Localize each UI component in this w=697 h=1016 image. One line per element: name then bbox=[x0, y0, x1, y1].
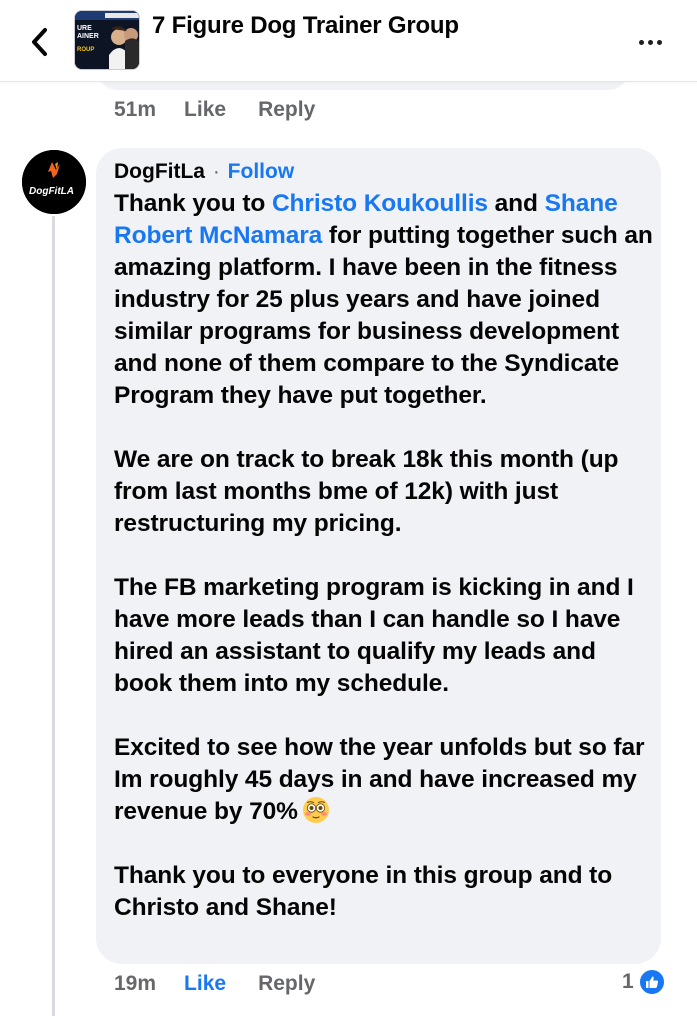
comment-thread-screen: URE AINER ROUP 7 Figure Dog Trainer Grou… bbox=[0, 0, 697, 1016]
thumbnail-text-2: AINER bbox=[77, 33, 99, 40]
text-segment: Thank you to bbox=[114, 190, 272, 217]
page-title[interactable]: 7 Figure Dog Trainer Group bbox=[152, 12, 459, 40]
more-options-button[interactable] bbox=[630, 30, 670, 54]
back-button[interactable] bbox=[22, 22, 58, 62]
text-segment: Excited to see how the year unfolds but … bbox=[114, 734, 645, 825]
more-dot bbox=[647, 39, 653, 45]
separator-dot: · bbox=[212, 160, 220, 183]
comment-body: Thank you to Christo Koukoullis and Shan… bbox=[114, 188, 654, 924]
reply-button[interactable]: Reply bbox=[258, 98, 315, 122]
comment-actions: 19m Like Reply bbox=[114, 972, 315, 996]
follow-button[interactable]: Follow bbox=[228, 160, 295, 183]
comment-paragraph: Thank you to Christo Koukoullis and Shan… bbox=[114, 188, 654, 412]
comment-timestamp: 19m bbox=[114, 972, 157, 995]
comment-paragraph: Excited to see how the year unfolds but … bbox=[114, 732, 654, 828]
text-segment: for putting together such an amazing pla… bbox=[114, 222, 653, 409]
like-button[interactable]: Like bbox=[184, 972, 226, 996]
more-horizontal-icon bbox=[638, 39, 644, 45]
group-header: URE AINER ROUP 7 Figure Dog Trainer Grou… bbox=[0, 0, 697, 82]
thumbnail-text-3: ROUP bbox=[77, 47, 95, 53]
thumbnail-text-1: URE bbox=[77, 25, 92, 32]
avatar[interactable]: DogFitLA bbox=[22, 150, 86, 214]
thumbs-up-icon bbox=[637, 968, 666, 996]
comment-paragraph: The FB marketing program is kicking in a… bbox=[114, 574, 634, 697]
group-thumbnail[interactable]: URE AINER ROUP bbox=[74, 10, 140, 70]
thumbs-up-glyph bbox=[645, 976, 658, 988]
thread-connector-line bbox=[52, 216, 55, 1016]
comment-paragraph: We are on track to break 18k this month … bbox=[114, 446, 619, 537]
comment-paragraph: Thank you to everyone in this group and … bbox=[114, 862, 613, 921]
reaction-summary[interactable]: 1 bbox=[622, 968, 666, 996]
chevron-left-icon bbox=[32, 28, 47, 56]
previous-comment-actions: 51m Like Reply bbox=[114, 98, 315, 122]
reaction-count: 1 bbox=[622, 970, 634, 993]
flushed-face-emoji bbox=[302, 797, 329, 823]
mention-christo-koukoullis[interactable]: Christo Koukoullis bbox=[272, 190, 488, 217]
comment-timestamp: 51m bbox=[114, 98, 157, 121]
like-button[interactable]: Like bbox=[184, 98, 226, 122]
more-dot bbox=[656, 39, 662, 45]
avatar-logo-text: DogFitLA bbox=[29, 186, 74, 197]
text-segment: and bbox=[487, 190, 545, 217]
comment-author[interactable]: DogFitLa bbox=[114, 160, 205, 183]
reply-button[interactable]: Reply bbox=[258, 972, 315, 996]
comment-header: DogFitLa · Follow bbox=[114, 160, 294, 184]
dogfitla-logo bbox=[22, 150, 86, 214]
group-cover-image bbox=[75, 11, 139, 69]
